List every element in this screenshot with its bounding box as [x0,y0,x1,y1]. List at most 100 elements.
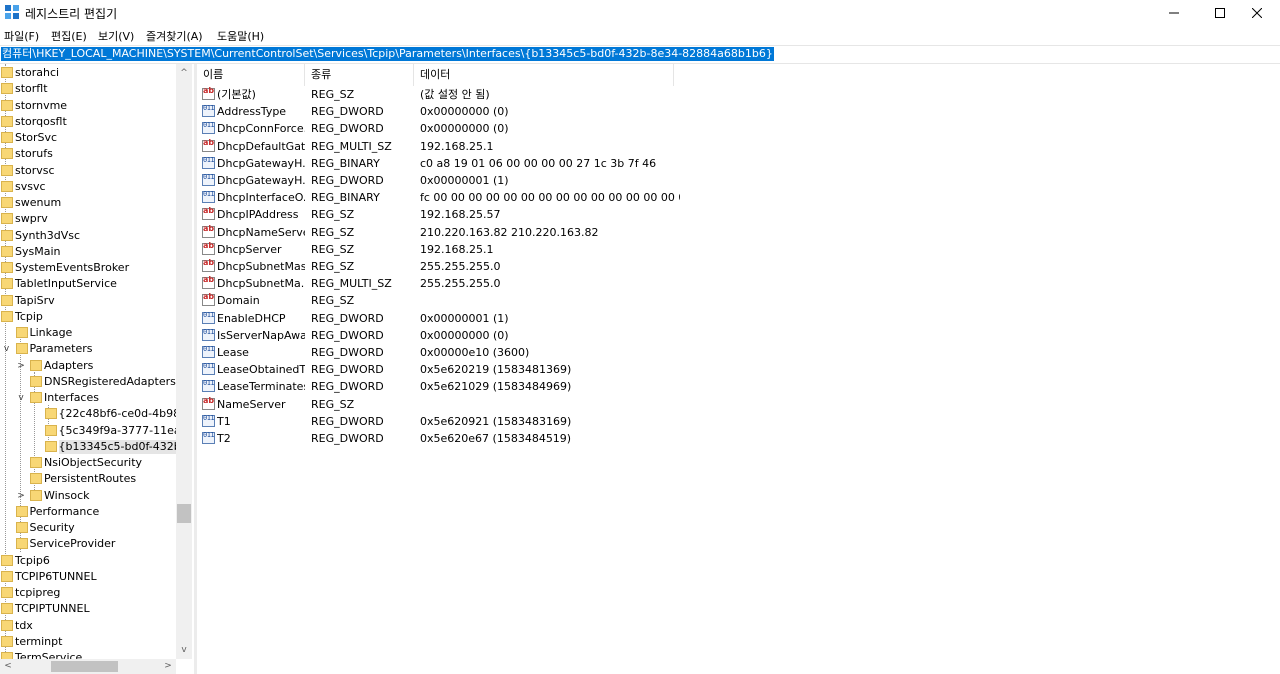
column-header-data[interactable]: 데이터 [414,64,674,86]
value-row[interactable]: T1 REG_DWORD 0x5e620921 (1583483169) [197,413,1280,430]
chevron-down-icon[interactable]: v [2,342,12,356]
value-row[interactable]: DhcpGatewayH... REG_DWORD 0x00000001 (1) [197,172,1280,189]
tree-item[interactable]: Security [0,520,176,536]
value-row[interactable]: DhcpConnForce... REG_DWORD 0x00000000 (0) [197,120,1280,137]
tree-item[interactable]: terminpt [0,634,176,650]
tree-item[interactable]: ServiceProvider [0,536,176,552]
tree-item[interactable]: v Parameters [0,341,176,357]
tree-item[interactable]: {22c48bf6-ce0d-4b98-a [0,406,191,422]
tree-item[interactable]: TapiSrv [0,293,176,309]
tree-item[interactable]: StorSvc [0,130,176,146]
tree-item[interactable]: TabletInputService [0,276,176,292]
tree-item[interactable]: storvsc [0,163,176,179]
folder-icon [1,164,13,176]
menu-favorites[interactable]: 즐겨찾기(A) [146,28,203,44]
value-row[interactable]: DhcpSubnetMask REG_SZ 255.255.255.0 [197,258,1280,275]
column-header-type[interactable]: 종류 [305,64,414,86]
tree-item[interactable]: stornvme [0,98,176,114]
tree-item[interactable]: v Interfaces [0,390,176,406]
tree-item-label: PersistentRoutes [44,472,137,486]
value-name: LeaseObtainedTi... [217,363,305,377]
value-row[interactable]: AddressType REG_DWORD 0x00000000 (0) [197,103,1280,120]
tree-item[interactable]: {5c349f9a-3777-11ea-a [0,423,191,439]
tree-item[interactable]: swprv [0,211,176,227]
tree-item[interactable]: storahci [0,65,176,81]
column-header-name[interactable]: 이름 [197,64,305,86]
chevron-down-icon[interactable]: v [16,391,26,405]
close-button[interactable] [1234,0,1280,26]
value-row[interactable]: T2 REG_DWORD 0x5e620e67 (1583484519) [197,430,1280,447]
tree-item[interactable]: SystemEventsBroker [0,260,176,276]
value-row[interactable]: DhcpServer REG_SZ 192.168.25.1 [197,241,1280,258]
tree-item[interactable]: TCPIP6TUNNEL [0,569,176,585]
scroll-left-arrow-icon[interactable]: < [1,659,15,674]
tree-horizontal-scrollbar[interactable]: < > [0,659,176,674]
value-row[interactable]: Lease REG_DWORD 0x00000e10 (3600) [197,344,1280,361]
tree-item[interactable]: swenum [0,195,176,211]
value-data: fc 00 00 00 00 00 00 00 00 00 00 00 00 0… [420,191,680,205]
value-row[interactable]: DhcpInterfaceO... REG_BINARY fc 00 00 00 0… [197,189,1280,206]
tree-hscroll-thumb[interactable] [51,661,118,672]
value-data: 192.168.25.57 [420,208,501,222]
tree-item-label: TapiSrv [15,293,55,307]
tree-item[interactable]: Tcpip6 [0,553,176,569]
value-row[interactable]: NameServer REG_SZ [197,396,1280,413]
binary-value-icon [202,173,215,186]
tree-item[interactable]: SysMain [0,244,176,260]
folder-icon [1,229,13,241]
tree-item[interactable]: tdx [0,618,176,634]
tree-item[interactable]: TCPIPTUNNEL [0,601,176,617]
value-type: REG_DWORD [311,363,384,377]
tree-item[interactable]: PersistentRoutes [0,471,176,487]
value-row[interactable]: IsServerNapAware REG_DWORD 0x00000000 (0) [197,327,1280,344]
address-path[interactable]: 컴퓨터\HKEY_LOCAL_MACHINE\SYSTEM\CurrentCon… [1,47,774,61]
tree-item[interactable]: Tcpip [0,309,176,325]
menu-view[interactable]: 보기(V) [98,28,134,44]
tree-item[interactable]: {b13345c5-bd0f-432b-8 [0,439,192,455]
tree-item[interactable]: > Adapters [0,358,176,374]
menu-bar: 파일(F) 편집(E) 보기(V) 즐겨찾기(A) 도움말(H) [0,26,1280,45]
address-bar[interactable]: 컴퓨터\HKEY_LOCAL_MACHINE\SYSTEM\CurrentCon… [0,45,1280,64]
value-row[interactable]: EnableDHCP REG_DWORD 0x00000001 (1) [197,310,1280,327]
values-list[interactable]: 이름 종류 데이터 (기본값) REG_SZ (값 설정 안 됨) AddressTy… [197,64,1280,674]
menu-file[interactable]: 파일(F) [4,28,39,44]
tree-item[interactable]: Linkage [0,325,176,341]
value-data: c0 a8 19 01 06 00 00 00 00 27 1c 3b 7f 4… [420,156,657,170]
tree-item[interactable]: storqosflt [0,114,176,130]
registry-key-tree[interactable]: storahci storflt stornvme storqosflt StorSvc… [0,64,192,674]
scroll-up-arrow-icon[interactable]: ^ [176,66,192,80]
value-row[interactable]: LeaseTerminates... REG_DWORD 0x5e621029 (1… [197,378,1280,395]
chevron-right-icon[interactable]: > [16,359,26,373]
tree-item-label: SystemEventsBroker [15,261,130,274]
tree-item[interactable]: tcpipreg [0,585,176,601]
value-row[interactable]: DhcpIPAddress REG_SZ 192.168.25.57 [197,206,1280,223]
chevron-right-icon[interactable]: > [16,489,26,503]
value-type: REG_SZ [311,294,355,308]
minimize-button[interactable] [1151,0,1197,26]
menu-edit[interactable]: 편집(E) [51,28,87,44]
value-row[interactable]: DhcpSubnetMa... REG_MULTI_SZ 255.255.255.0 [197,275,1280,292]
scroll-down-arrow-icon[interactable]: v [176,643,192,657]
title-bar: 레지스트리 편집기 [0,0,1280,26]
menu-help[interactable]: 도움말(H) [217,28,264,44]
tree-item[interactable]: svsvc [0,179,176,195]
value-row[interactable]: DhcpNameServer REG_SZ 210.220.163.82 210.2… [197,224,1280,241]
value-type: REG_BINARY [311,156,380,170]
value-row[interactable]: DhcpGatewayH... REG_BINARY c0 a8 19 01 06 … [197,155,1280,172]
tree-item[interactable]: Synth3dVsc [0,228,176,244]
tree-item[interactable]: DNSRegisteredAdapters [0,374,176,390]
tree-item[interactable]: > Winsock [0,488,176,504]
tree-item[interactable]: Performance [0,504,176,520]
tree-item[interactable]: NsiObjectSecurity [0,455,176,471]
value-row[interactable]: (기본값) REG_SZ (값 설정 안 됨) [197,86,1280,103]
tree-item[interactable]: storufs [0,146,176,162]
value-row[interactable]: Domain REG_SZ [197,292,1280,309]
tree-vertical-scrollbar[interactable]: ^ v [176,64,192,659]
value-type: REG_SZ [311,88,355,101]
scroll-right-arrow-icon[interactable]: > [161,659,175,674]
value-row[interactable]: LeaseObtainedTi... REG_DWORD 0x5e620219 (1… [197,361,1280,378]
folder-icon [1,67,13,78]
value-row[interactable]: DhcpDefaultGat... REG_MULTI_SZ 192.168.25.… [197,138,1280,155]
tree-item[interactable]: storflt [0,81,176,97]
tree-scroll-thumb[interactable] [177,503,191,523]
